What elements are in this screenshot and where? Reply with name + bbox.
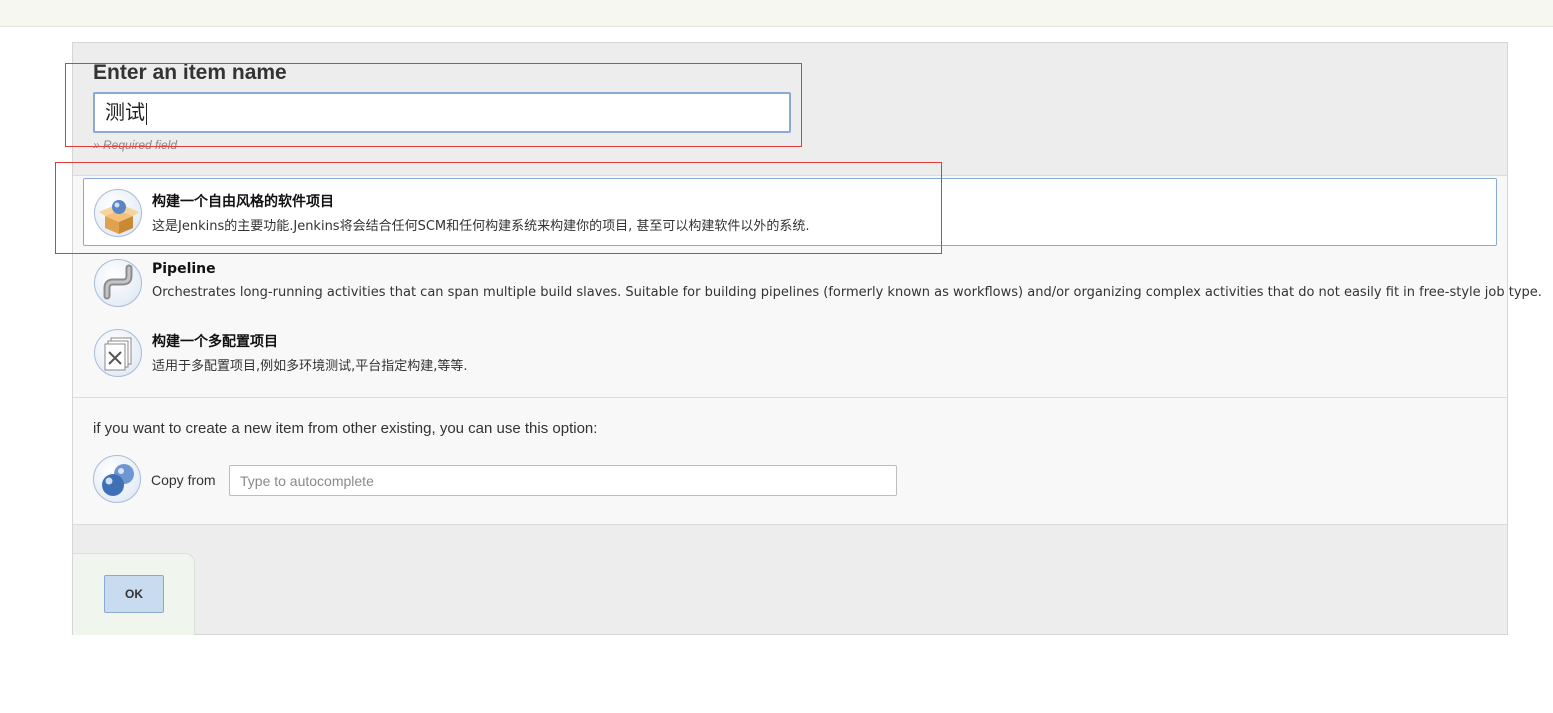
type-label-multi-config: 构建一个多配置项目 [152,334,278,350]
project-type-list: 构建一个自由风格的软件项目 这是Jenkins的主要功能.Jenkins将会结合… [73,175,1542,398]
item-name-value: 测试 [105,100,145,124]
text-caret [146,102,147,125]
copy-from-label: Copy from [151,472,216,488]
ok-button-area: OK [73,553,195,635]
type-label-pipeline: Pipeline [152,261,216,277]
copy-item-icon [93,455,141,503]
freestyle-box-icon [94,189,142,237]
type-option-multi-config[interactable]: 构建一个多配置项目 适用于多配置项目,例如多环境测试,平台指定构建,等等. [83,318,1497,386]
item-name-section: Enter an item name 测试 » Required field [73,43,1507,175]
type-option-pipeline[interactable]: Pipeline Orchestrates long-running activ… [83,248,1542,316]
item-name-title: Enter an item name [93,61,287,84]
copy-hint-text: if you want to create a new item from ot… [93,420,598,437]
top-bar [0,0,1553,27]
type-desc-pipeline: Orchestrates long-running activities tha… [152,285,1542,300]
type-label-freestyle: 构建一个自由风格的软件项目 [152,194,334,210]
pipeline-icon [94,259,142,307]
copy-from-section: if you want to create a new item from ot… [73,398,1507,525]
type-desc-multi-config: 适用于多配置项目,例如多环境测试,平台指定构建,等等. [152,359,468,374]
ok-button[interactable]: OK [104,575,164,613]
required-field-note: » Required field [93,138,178,152]
type-option-freestyle[interactable]: 构建一个自由风格的软件项目 这是Jenkins的主要功能.Jenkins将会结合… [83,178,1497,246]
new-item-form: Enter an item name 测试 » Required field 构… [72,42,1542,635]
type-desc-freestyle: 这是Jenkins的主要功能.Jenkins将会结合任何SCM和任何构建系统来构… [152,219,810,234]
copy-from-input[interactable] [229,465,897,496]
multi-config-icon [94,329,142,377]
item-name-input[interactable]: 测试 [93,92,791,133]
